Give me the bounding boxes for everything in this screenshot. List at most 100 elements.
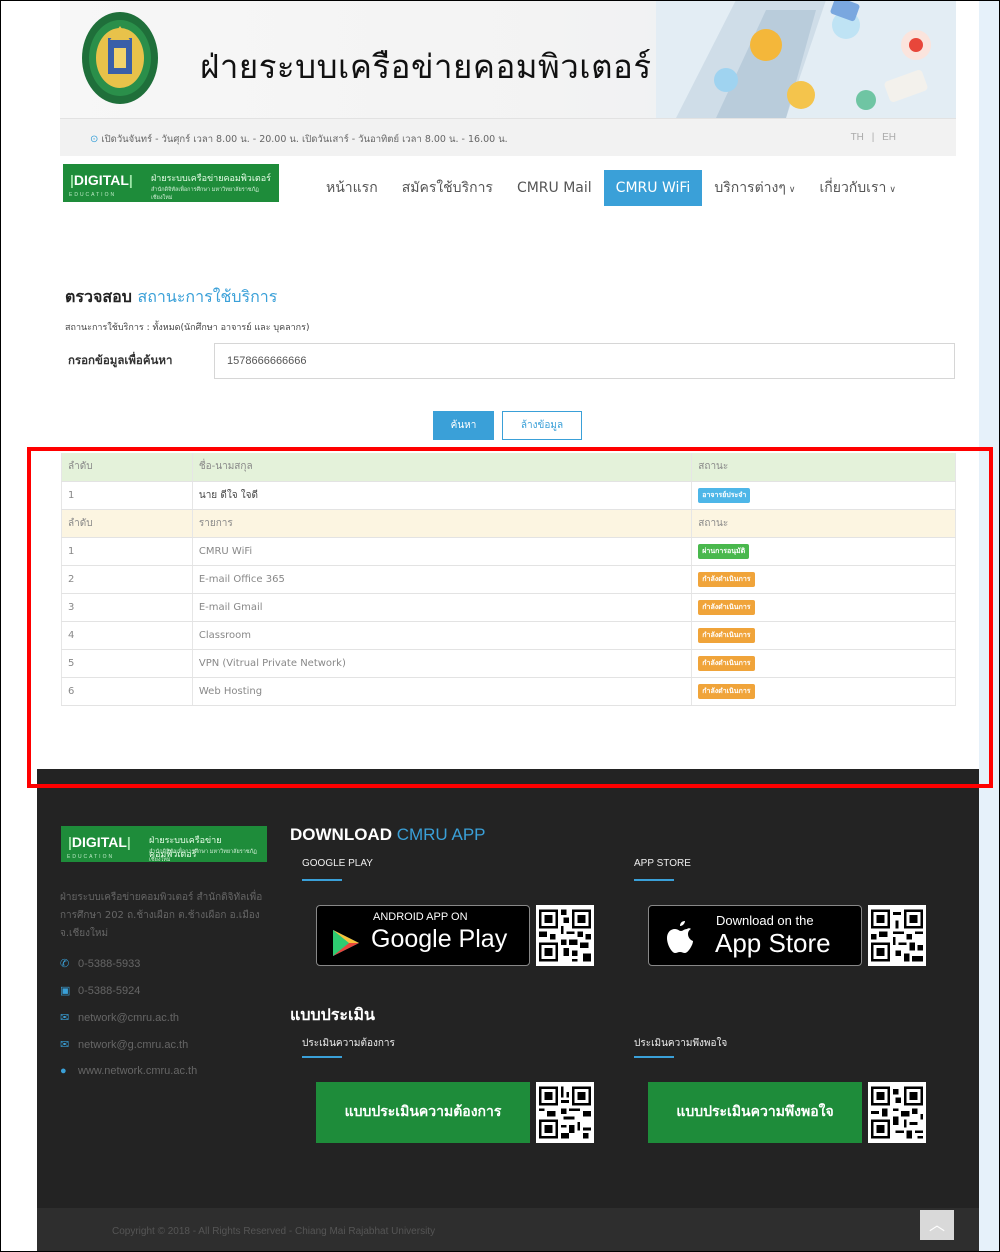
service-name: Classroom bbox=[191, 621, 692, 650]
apple-icon bbox=[667, 921, 693, 953]
status-cell: ผ่านการอนุมัติ bbox=[691, 537, 956, 566]
row-number: 5 bbox=[61, 649, 193, 678]
clock-icon: ⊙ bbox=[90, 134, 99, 145]
copyright-bar: Copyright © 2018 - All Rights Reserved -… bbox=[37, 1208, 979, 1252]
footer: |DIGITAL| EDUCATION ฝ่ายระบบเครือข่ายคอม… bbox=[37, 769, 979, 1208]
brand-sub-text: EDUCATION bbox=[67, 854, 115, 860]
lang-en[interactable]: EH bbox=[882, 132, 896, 143]
google-play-button[interactable]: ANDROID APP ON Google Play bbox=[316, 905, 530, 966]
footer-email-2[interactable]: ✉ network@g.cmru.ac.th bbox=[60, 1038, 188, 1051]
row-number: 1 bbox=[61, 481, 193, 510]
left-margin bbox=[1, 0, 37, 1252]
footer-website[interactable]: ● www.network.cmru.ac.th bbox=[60, 1065, 197, 1077]
row-number: 2 bbox=[61, 565, 193, 594]
chevron-down-icon: ∨ bbox=[788, 185, 796, 195]
envelope-icon: ✉ bbox=[60, 1012, 70, 1024]
status-badge: ผ่านการอนุมัติ bbox=[698, 543, 750, 559]
brand-thai-line2: สำนักดิจิทัลเพื่อการศึกษา มหาวิทยาลัยราช… bbox=[149, 849, 257, 863]
status-cell: กำลังดำเนินการ bbox=[691, 593, 956, 622]
status-badge: กำลังดำเนินการ bbox=[698, 627, 755, 643]
download-title: DOWNLOAD CMRU APP bbox=[290, 825, 486, 844]
table-row: 2 E-mail Office 365 กำลังดำเนินการ bbox=[61, 565, 956, 594]
app-store-button[interactable]: Download on the App Store bbox=[648, 905, 862, 966]
column-header: สถานะ bbox=[691, 453, 956, 482]
eval-satisfaction-button[interactable]: แบบประเมินความพึงพอใจ bbox=[648, 1082, 862, 1143]
brand-thai-line2: สำนักดิจิทัลเพื่อการศึกษา มหาวิทยาลัยราช… bbox=[151, 187, 259, 201]
footer-fax: ▣ 0-5388-5924 bbox=[60, 985, 141, 997]
lang-separator: | bbox=[871, 132, 875, 143]
brand-logo[interactable]: |DIGITAL| EDUCATION ฝ่ายระบบเครือข่ายคอม… bbox=[63, 164, 279, 202]
app-store-top-text: Download on the bbox=[716, 913, 814, 928]
chevron-down-icon: ∨ bbox=[889, 185, 896, 195]
status-cell: กำลังดำเนินการ bbox=[691, 565, 956, 594]
heading-underline bbox=[302, 879, 342, 881]
eval-satisfaction-qr-code bbox=[868, 1082, 926, 1143]
globe-icon: ● bbox=[60, 1065, 67, 1077]
chevron-up-icon: ︿ bbox=[928, 1215, 945, 1234]
nav-item-cmru-wifi[interactable]: CMRU WiFi bbox=[603, 170, 703, 206]
heading-underline bbox=[302, 1056, 342, 1058]
evaluation-title: แบบประเมิน bbox=[290, 1005, 375, 1024]
row-number: 1 bbox=[61, 537, 193, 566]
footer-brand-logo[interactable]: |DIGITAL| EDUCATION ฝ่ายระบบเครือข่ายคอม… bbox=[61, 826, 267, 863]
table-row: 3 E-mail Gmail กำลังดำเนินการ bbox=[61, 593, 956, 622]
nav-menu: หน้าแรก สมัครใช้บริการ CMRU Mail CMRU Wi… bbox=[314, 170, 908, 206]
nav-item-home[interactable]: หน้าแรก bbox=[314, 170, 390, 206]
google-play-heading: GOOGLE PLAY bbox=[302, 858, 373, 869]
status-cell: กำลังดำเนินการ bbox=[691, 621, 956, 650]
search-button[interactable]: ค้นหา bbox=[433, 411, 494, 440]
heading-underline bbox=[634, 1056, 674, 1058]
brand-main-text: |DIGITAL| bbox=[68, 834, 131, 850]
nav-item-about[interactable]: เกี่ยวกับเรา ∨ bbox=[807, 170, 907, 206]
banner-illustration bbox=[656, 0, 956, 118]
main-navbar: |DIGITAL| EDUCATION ฝ่ายระบบเครือข่ายคอม… bbox=[60, 160, 956, 214]
opening-hours-text: เปิดวันจันทร์ - วันศุกร์ เวลา 8.00 น. - … bbox=[101, 134, 508, 145]
copyright-text: Copyright © 2018 - All Rights Reserved -… bbox=[112, 1226, 436, 1237]
service-name: VPN (Vitrual Private Network) bbox=[191, 649, 692, 678]
heading-underline bbox=[634, 879, 674, 881]
language-switcher: TH | EH bbox=[851, 132, 896, 143]
nav-item-register[interactable]: สมัครใช้บริการ bbox=[390, 170, 505, 206]
status-badge: กำลังดำเนินการ bbox=[698, 599, 755, 615]
status-badge: กำลังดำเนินการ bbox=[698, 655, 755, 671]
scroll-to-top-button[interactable]: ︿ bbox=[920, 1210, 954, 1240]
university-logo bbox=[82, 12, 158, 104]
nav-item-cmru-mail[interactable]: CMRU Mail bbox=[505, 170, 604, 206]
opening-hours-bar: ⊙ เปิดวันจันทร์ - วันศุกร์ เวลา 8.00 น. -… bbox=[60, 118, 956, 156]
right-margin bbox=[978, 0, 999, 1252]
page-container: ฝ่ายระบบเครือข่ายคอมพิวเตอร์ ⊙ เปิดวันจัน… bbox=[37, 0, 979, 1252]
lang-th[interactable]: TH bbox=[851, 132, 864, 143]
header-banner: ฝ่ายระบบเครือข่ายคอมพิวเตอร์ bbox=[60, 0, 956, 118]
column-header: ชื่อ-นามสกุล bbox=[191, 453, 692, 482]
brand-thai-line1: ฝ่ายระบบเครือข่ายคอมพิวเตอร์ bbox=[151, 174, 272, 184]
row-number: 3 bbox=[61, 593, 193, 622]
eval-satisfaction-heading: ประเมินความพึงพอใจ bbox=[634, 1038, 728, 1049]
page-subtitle: สถานะการใช้บริการ : ทั้งหมด(นักศึกษา อาจ… bbox=[65, 323, 310, 333]
search-input[interactable] bbox=[214, 343, 955, 379]
brand-main-text: |DIGITAL| bbox=[70, 172, 133, 188]
search-label: กรอกข้อมูลเพื่อค้นหา bbox=[68, 353, 173, 367]
column-header: รายการ bbox=[191, 509, 692, 538]
table-row: 1 นาย ดีใจ ใจดี อาจารย์ประจำ bbox=[61, 481, 956, 510]
envelope-icon: ✉ bbox=[60, 1039, 70, 1051]
google-play-icon bbox=[333, 930, 359, 956]
clear-button[interactable]: ล้างข้อมูล bbox=[502, 411, 582, 440]
table-row: 4 Classroom กำลังดำเนินการ bbox=[61, 621, 956, 650]
column-header: สถานะ bbox=[691, 509, 956, 538]
google-play-main-text: Google Play bbox=[371, 925, 508, 953]
row-number: 6 bbox=[61, 677, 193, 706]
footer-address: ฝ่ายระบบเครือข่ายคอมพิวเตอร์ สำนักดิจิทั… bbox=[60, 892, 263, 939]
service-name: E-mail Gmail bbox=[191, 593, 692, 622]
app-store-qr-code bbox=[868, 905, 926, 966]
service-name: E-mail Office 365 bbox=[191, 565, 692, 594]
opening-hours: ⊙ เปิดวันจันทร์ - วันศุกร์ เวลา 8.00 น. -… bbox=[90, 132, 508, 147]
footer-email-1[interactable]: ✉ network@cmru.ac.th bbox=[60, 1011, 179, 1024]
service-name: Web Hosting bbox=[191, 677, 692, 706]
status-cell: อาจารย์ประจำ bbox=[691, 481, 956, 510]
table-row: 5 VPN (Vitrual Private Network) กำลังดำเ… bbox=[61, 649, 956, 678]
nav-item-services[interactable]: บริการต่างๆ ∨ bbox=[702, 170, 807, 206]
eval-need-button[interactable]: แบบประเมินความต้องการ bbox=[316, 1082, 530, 1143]
site-title: ฝ่ายระบบเครือข่ายคอมพิวเตอร์ bbox=[200, 47, 652, 86]
status-cell: กำลังดำเนินการ bbox=[691, 677, 956, 706]
status-badge: กำลังดำเนินการ bbox=[698, 683, 755, 699]
